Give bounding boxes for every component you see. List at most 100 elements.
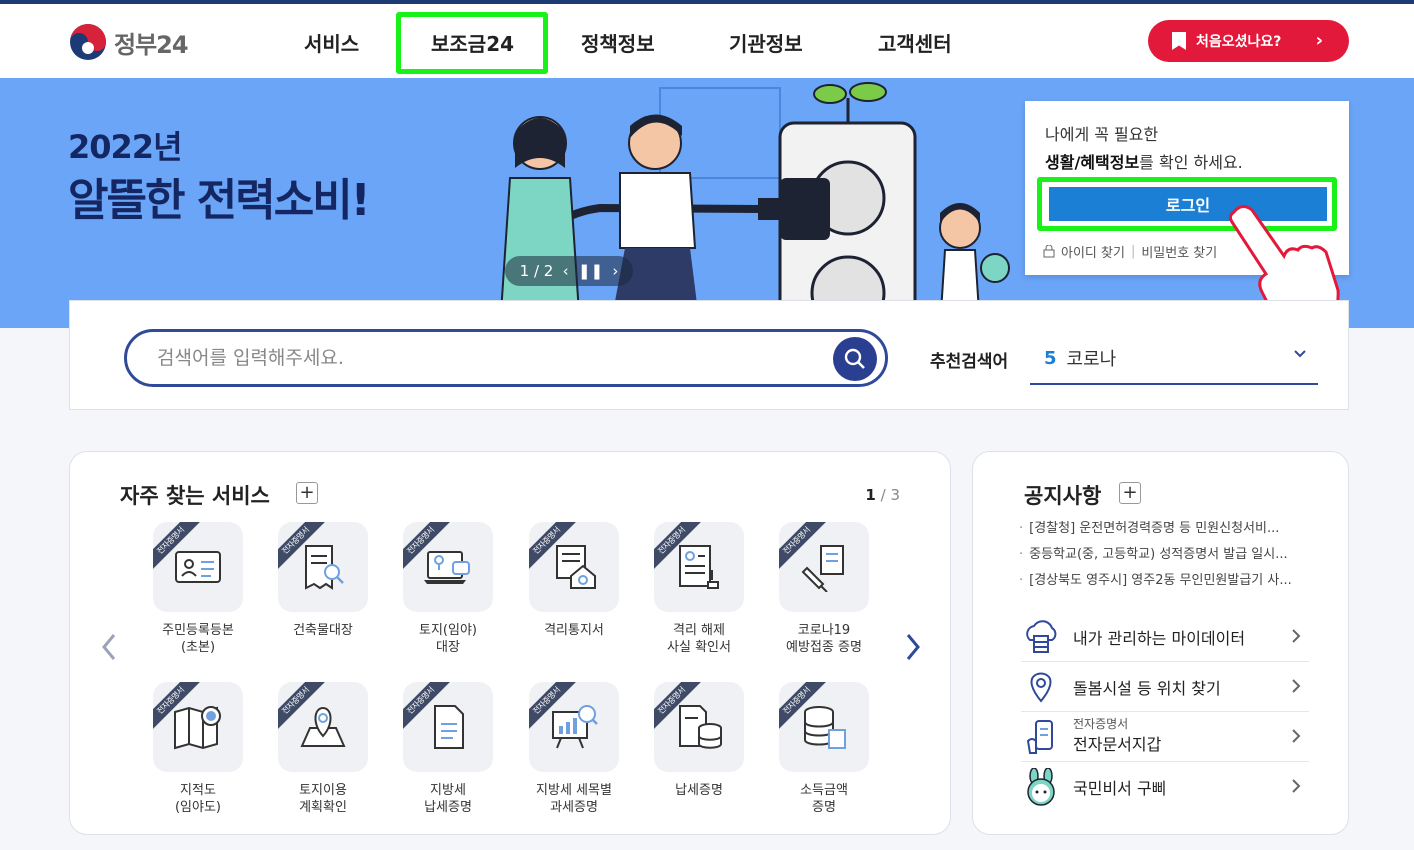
folded-map-icon <box>174 706 221 750</box>
service-label-line2: 사실 확인서 <box>667 640 731 655</box>
link-divider: | <box>1130 244 1136 259</box>
pager-next-icon[interactable]: › <box>612 262 618 280</box>
first-visit-button[interactable]: 처음오셨나요? › <box>1148 20 1349 62</box>
cloud-database-icon <box>1021 617 1061 657</box>
service-label-line2: (임야도) <box>174 800 222 815</box>
service-label-line1: 격리 해제 <box>673 623 725 638</box>
document-stamp-icon <box>679 545 719 589</box>
next-arrow-icon[interactable] <box>904 632 922 662</box>
service-income-certificate[interactable]: 전자증명서 소득금액 증명 <box>764 682 884 816</box>
rabbit-mascot-icon <box>1021 767 1061 807</box>
service-label-line1: 소득금액 <box>800 783 848 798</box>
quick-link-label: 국민비서 구삐 <box>1073 779 1167 798</box>
login-intro-rest: 를 확인 하세요. <box>1139 153 1243 172</box>
notice-item[interactable]: [경찰청] 운전면허경력증명 등 민원신청서비... <box>1019 519 1319 545</box>
service-tile: 전자증명서 <box>779 682 869 772</box>
chevron-right-icon <box>1292 679 1301 693</box>
banner-year: 2022년 <box>68 128 183 166</box>
nav-policy-info[interactable]: 정책정보 <box>581 28 655 57</box>
search-input[interactable] <box>157 332 817 384</box>
service-building-register[interactable]: 전자증명서 건축물대장 <box>263 522 383 639</box>
logo-text: 정부24 <box>114 30 189 59</box>
service-label-line1: 지방세 <box>430 783 466 798</box>
logo[interactable]: 정부24 <box>68 22 189 62</box>
login-intro-line2: 생활/혜택정보를 확인 하세요. <box>1045 149 1243 173</box>
service-label: 주민등록등본 (초본) <box>138 622 258 656</box>
find-password-link[interactable]: 비밀번호 찾기 <box>1141 242 1217 261</box>
chevron-right-icon <box>1292 779 1301 793</box>
service-cadastral-map[interactable]: 전자증명서 지적도 (임야도) <box>138 682 258 816</box>
chart-board-icon <box>552 705 598 749</box>
taegeuk-logo-icon <box>70 24 106 60</box>
notice-more-button[interactable]: + <box>1119 482 1141 504</box>
pager-pause-icon[interactable]: ❚❚ <box>578 262 603 280</box>
service-label: 지방세 납세증명 <box>388 782 508 816</box>
notice-card: 공지사항 + [경찰청] 운전면허경력증명 등 민원신청서비... 중등학교(중… <box>972 451 1349 835</box>
service-label-line1: 코로나19 <box>797 623 851 638</box>
quick-link-location[interactable]: 돌봄시설 등 위치 찾기 <box>1021 662 1309 712</box>
nav-highlight-box <box>396 12 548 74</box>
nav-services[interactable]: 서비스 <box>304 28 359 57</box>
service-label-line1: 격리통지서 <box>544 623 604 638</box>
quick-link-e-wallet[interactable]: 전자증명서 전자문서지갑 <box>1021 712 1309 762</box>
quick-link-label: 전자문서지갑 <box>1073 735 1162 754</box>
service-label: 지방세 세목별 과세증명 <box>514 782 634 816</box>
id-card-icon <box>175 551 221 583</box>
search-button[interactable] <box>833 337 877 381</box>
service-land-register[interactable]: 전자증명서 토지(임야) 대장 <box>388 522 508 656</box>
header: 정부24 서비스 보조금24 정책정보 기관정보 고객센터 처음오셨나요? › <box>0 4 1414 78</box>
service-label-line1: 토지(임야) <box>419 623 477 638</box>
service-label-line2: 대장 <box>436 640 460 655</box>
services-page-current: 1 <box>865 486 876 504</box>
search-icon <box>844 348 865 369</box>
service-label-line1: 지적도 <box>180 783 216 798</box>
pager-prev-icon[interactable]: ‹ <box>563 262 569 280</box>
service-local-tax-item[interactable]: 전자증명서 지방세 세목별 과세증명 <box>514 682 634 816</box>
nav-customer-center[interactable]: 고객센터 <box>878 28 952 57</box>
find-id-link[interactable]: 아이디 찾기 <box>1061 242 1125 261</box>
service-label: 토지(임야) 대장 <box>388 622 508 656</box>
login-intro-bold: 생활/혜택정보 <box>1045 153 1140 172</box>
banner-pager: 1 / 2 ‹ ❚❚ › <box>505 256 633 286</box>
service-label: 코로나19 예방접종 증명 <box>764 622 884 656</box>
location-pin-icon <box>1021 667 1061 707</box>
chevron-right-icon <box>1292 729 1301 743</box>
recommended-search-dropdown[interactable]: 5 코로나 <box>1030 333 1318 385</box>
notice-item[interactable]: [경상북도 영주시] 영주2동 무인민원발급기 사... <box>1019 571 1319 597</box>
first-visit-label: 처음오셨나요? <box>1196 34 1282 50</box>
service-label: 소득금액 증명 <box>764 782 884 816</box>
quick-link-gubbi[interactable]: 국민비서 구삐 <box>1021 762 1309 812</box>
login-intro-line1: 나에게 꼭 필요한 <box>1045 125 1159 144</box>
service-label-line2: 과세증명 <box>550 800 598 815</box>
service-tax-payment[interactable]: 전자증명서 납세증명 <box>639 682 759 799</box>
service-resident-registration[interactable]: 전자증명서 주민등록등본 (초본) <box>138 522 258 656</box>
service-tile: 전자증명서 <box>278 682 368 772</box>
quick-link-mydata[interactable]: 내가 관리하는 마이데이터 <box>1021 612 1309 662</box>
chevron-right-icon <box>1292 629 1301 643</box>
quick-link-label: 돌봄시설 등 위치 찾기 <box>1073 678 1221 698</box>
service-quarantine-release[interactable]: 전자증명서 격리 해제 사실 확인서 <box>639 522 759 656</box>
service-local-tax-payment[interactable]: 전자증명서 지방세 납세증명 <box>388 682 508 816</box>
frequent-services-card: 자주 찾는 서비스 + 1 / 3 전자증명서 주민등록등본 (초본) 전자증명서… <box>69 451 951 835</box>
recommended-keyword: 코로나 <box>1066 349 1117 370</box>
prev-arrow-icon[interactable] <box>100 632 118 662</box>
service-label-line1: 주민등록등본 <box>162 623 234 638</box>
service-land-use-plan[interactable]: 전자증명서 토지이용 계획확인 <box>263 682 383 816</box>
frequent-services-title: 자주 찾는 서비스 <box>120 484 270 508</box>
services-more-button[interactable]: + <box>296 482 318 504</box>
recommended-search-label: 추천검색어 <box>930 352 1009 372</box>
service-label: 토지이용 계획확인 <box>263 782 383 816</box>
service-covid-vaccination[interactable]: 전자증명서 코로나19 예방접종 증명 <box>764 522 884 656</box>
services-page-total: / 3 <box>880 486 900 504</box>
service-quarantine-notice[interactable]: 전자증명서 격리통지서 <box>514 522 634 639</box>
service-tile: 전자증명서 <box>779 522 869 612</box>
service-label-line1: 건축물대장 <box>293 623 353 638</box>
service-label: 건축물대장 <box>263 622 383 639</box>
quick-link-text: 전자증명서 전자문서지갑 <box>1073 718 1161 755</box>
quick-link-label: 내가 관리하는 마이데이터 <box>1073 628 1246 648</box>
chevron-right-icon: › <box>1315 30 1323 51</box>
service-tile: 전자증명서 <box>403 522 493 612</box>
notice-item[interactable]: 중등학교(중, 고등학교) 성적증명서 발급 일시... <box>1019 545 1319 571</box>
nav-agency-info[interactable]: 기관정보 <box>729 28 803 57</box>
banner-illustration <box>496 82 1010 328</box>
